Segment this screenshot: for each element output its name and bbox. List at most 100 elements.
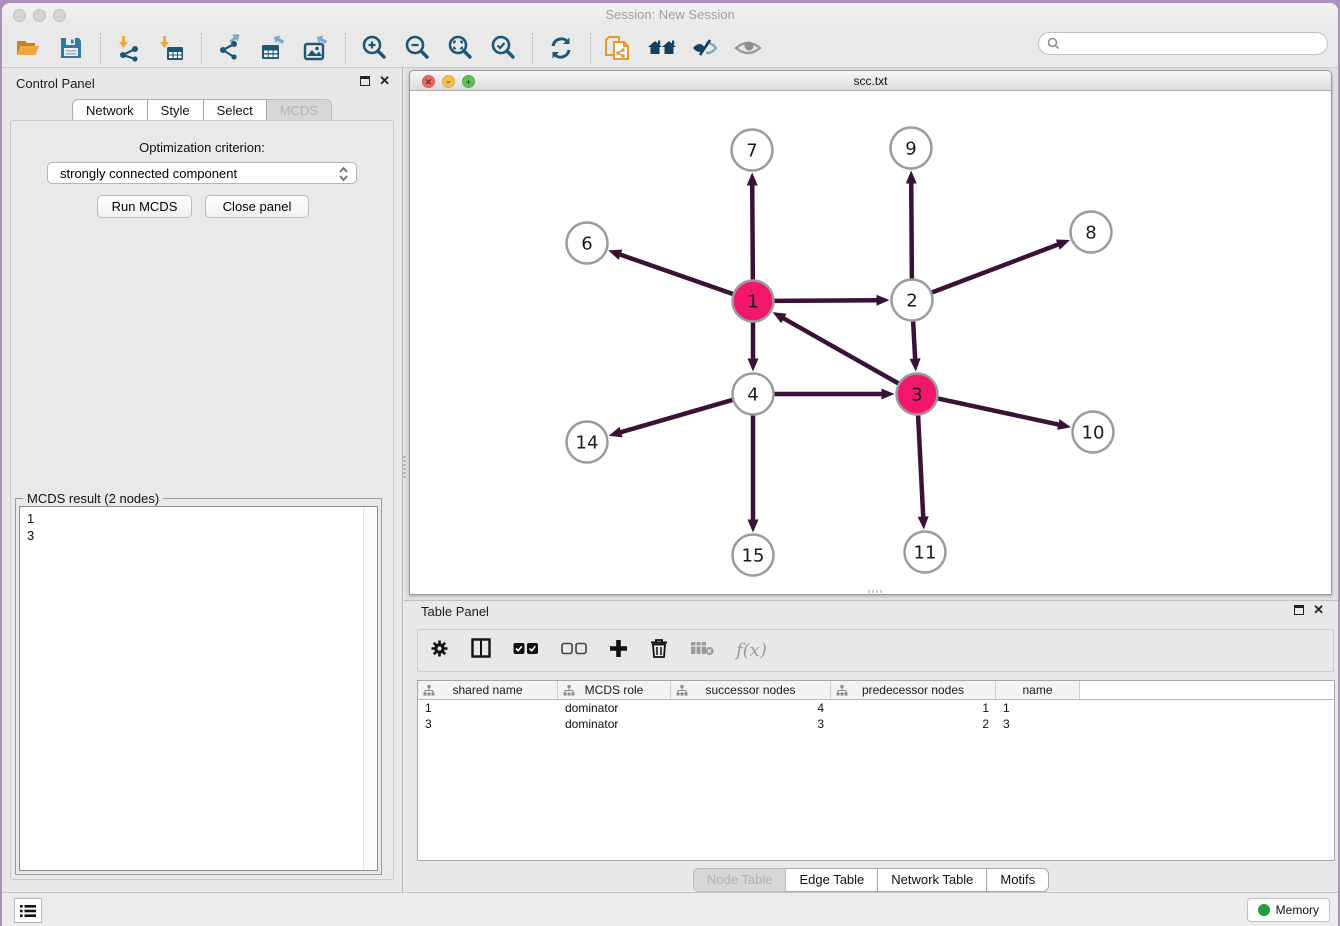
- edge-arrow-2-9: [906, 170, 917, 183]
- node-label-6: 6: [581, 234, 592, 255]
- list-icon: [20, 904, 36, 918]
- add-column-icon[interactable]: [609, 639, 628, 663]
- function-builder-icon: f(x): [736, 640, 767, 661]
- splitter-handle[interactable]: [403, 456, 406, 478]
- column-header-successor-nodes[interactable]: successor nodes: [671, 681, 831, 699]
- zoom-out-icon[interactable]: [401, 32, 433, 64]
- zoom-selected-icon[interactable]: [487, 32, 519, 64]
- edge-2-3[interactable]: [913, 320, 915, 360]
- edge-1-2[interactable]: [773, 300, 878, 301]
- column-header-MCDS-role[interactable]: MCDS role: [558, 681, 671, 699]
- search-icon: [1047, 37, 1060, 50]
- memory-button[interactable]: Memory: [1247, 898, 1330, 922]
- column-header-filler: [1080, 681, 1334, 699]
- node-label-15: 15: [742, 546, 765, 567]
- control-panel-title: Control Panel: [16, 76, 95, 91]
- table-tabs: Node TableEdge TableNetwork TableMotifs: [404, 868, 1338, 892]
- open-session-icon[interactable]: [12, 32, 44, 64]
- edge-arrow-1-7: [747, 172, 758, 185]
- network-canvas[interactable]: 7968124314101511: [410, 91, 1331, 594]
- close-panel-button[interactable]: Close panel: [205, 195, 309, 218]
- run-mcds-button[interactable]: Run MCDS: [97, 195, 192, 218]
- table-cell[interactable]: 3: [996, 716, 1080, 732]
- import-network-icon[interactable]: [113, 32, 145, 64]
- edge-3-1[interactable]: [782, 318, 899, 384]
- table-cell[interactable]: 1: [996, 700, 1080, 716]
- delete-table-icon: [690, 640, 714, 661]
- search-input[interactable]: [1065, 37, 1327, 51]
- eye-slash-icon[interactable]: [689, 32, 721, 64]
- export-network-icon[interactable]: [214, 32, 246, 64]
- edge-arrow-2-3: [910, 358, 921, 371]
- settings-gear-icon[interactable]: [430, 639, 449, 663]
- refresh-layout-icon[interactable]: [545, 32, 577, 64]
- tab-node-table[interactable]: Node Table: [693, 868, 787, 892]
- column-header-predecessor-nodes[interactable]: predecessor nodes: [831, 681, 996, 699]
- edge-1-6[interactable]: [619, 254, 734, 294]
- close-table-panel-icon[interactable]: ✕: [1313, 605, 1324, 615]
- node-label-9: 9: [905, 139, 916, 160]
- save-session-icon[interactable]: [55, 32, 87, 64]
- edge-arrow-1-4: [748, 359, 759, 372]
- table-cell[interactable]: 3: [671, 716, 831, 732]
- node-label-2: 2: [906, 291, 917, 312]
- table-cell[interactable]: dominator: [558, 716, 671, 732]
- table-cell[interactable]: 1: [418, 700, 558, 716]
- network-window-titlebar[interactable]: ✕ − + scc.txt: [410, 71, 1331, 91]
- edge-arrow-4-14: [609, 427, 623, 438]
- tab-edge-table[interactable]: Edge Table: [786, 868, 878, 892]
- homes-icon[interactable]: [646, 32, 678, 64]
- delete-column-icon[interactable]: [650, 638, 668, 663]
- zoom-fit-icon[interactable]: [444, 32, 476, 64]
- table-cell[interactable]: 4: [671, 700, 831, 716]
- search-field[interactable]: [1038, 32, 1328, 55]
- table-row[interactable]: 1dominator411: [418, 700, 1334, 716]
- memory-status-icon: [1258, 904, 1270, 916]
- table-cell[interactable]: dominator: [558, 700, 671, 716]
- canvas-handle[interactable]: [868, 590, 882, 593]
- toolbar-separator: [590, 33, 591, 63]
- tab-motifs[interactable]: Motifs: [987, 868, 1049, 892]
- result-scrollbar[interactable]: [363, 508, 376, 869]
- edge-arrow-1-6: [608, 250, 622, 260]
- table-cell[interactable]: 3: [418, 716, 558, 732]
- table-row[interactable]: 3dominator323: [418, 716, 1334, 732]
- import-table-icon[interactable]: [156, 32, 188, 64]
- edge-1-7[interactable]: [752, 183, 753, 280]
- export-image-icon[interactable]: [300, 32, 332, 64]
- network-window-title: scc.txt: [410, 74, 1331, 88]
- mcds-result-title: MCDS result (2 nodes): [23, 491, 163, 506]
- edge-2-9[interactable]: [911, 181, 912, 279]
- select-stepper-icon: [338, 166, 349, 185]
- float-table-panel-icon[interactable]: [1294, 605, 1304, 615]
- mcds-result-list[interactable]: 1 3: [19, 506, 378, 871]
- edge-4-14[interactable]: [619, 400, 733, 433]
- toolbar-separator: [532, 33, 533, 63]
- edge-3-10[interactable]: [937, 398, 1060, 425]
- criterion-selected-value: strongly connected component: [60, 166, 237, 181]
- select-all-checkboxes-icon[interactable]: [513, 642, 539, 660]
- column-layout-icon[interactable]: [471, 638, 491, 663]
- duplicate-network-icon[interactable]: [603, 32, 635, 64]
- column-header-label: successor nodes: [671, 683, 830, 697]
- criterion-select[interactable]: strongly connected component: [47, 162, 357, 184]
- table-cell[interactable]: 2: [831, 716, 996, 732]
- edge-arrow-3-10: [1057, 419, 1071, 430]
- zoom-in-icon[interactable]: [358, 32, 390, 64]
- tab-network-table[interactable]: Network Table: [878, 868, 987, 892]
- mcds-result-text: 1 3: [20, 507, 377, 547]
- column-type-icon: [676, 685, 688, 696]
- close-panel-icon[interactable]: ✕: [379, 76, 390, 86]
- column-header-name[interactable]: name: [996, 681, 1080, 699]
- export-table-icon[interactable]: [257, 32, 289, 64]
- app-window: Session: New Session: [2, 3, 1338, 926]
- table-panel-title: Table Panel: [421, 604, 489, 619]
- column-header-shared-name[interactable]: shared name: [418, 681, 558, 699]
- workspace: ✕ − + scc.txt 7968124314101511 Table Pan…: [404, 68, 1338, 892]
- deselect-all-checkboxes-icon[interactable]: [561, 642, 587, 660]
- float-panel-icon[interactable]: [360, 76, 370, 86]
- table-cell[interactable]: 1: [831, 700, 996, 716]
- task-history-button[interactable]: [14, 898, 42, 923]
- edge-3-11[interactable]: [918, 414, 923, 518]
- edge-2-8[interactable]: [931, 244, 1060, 293]
